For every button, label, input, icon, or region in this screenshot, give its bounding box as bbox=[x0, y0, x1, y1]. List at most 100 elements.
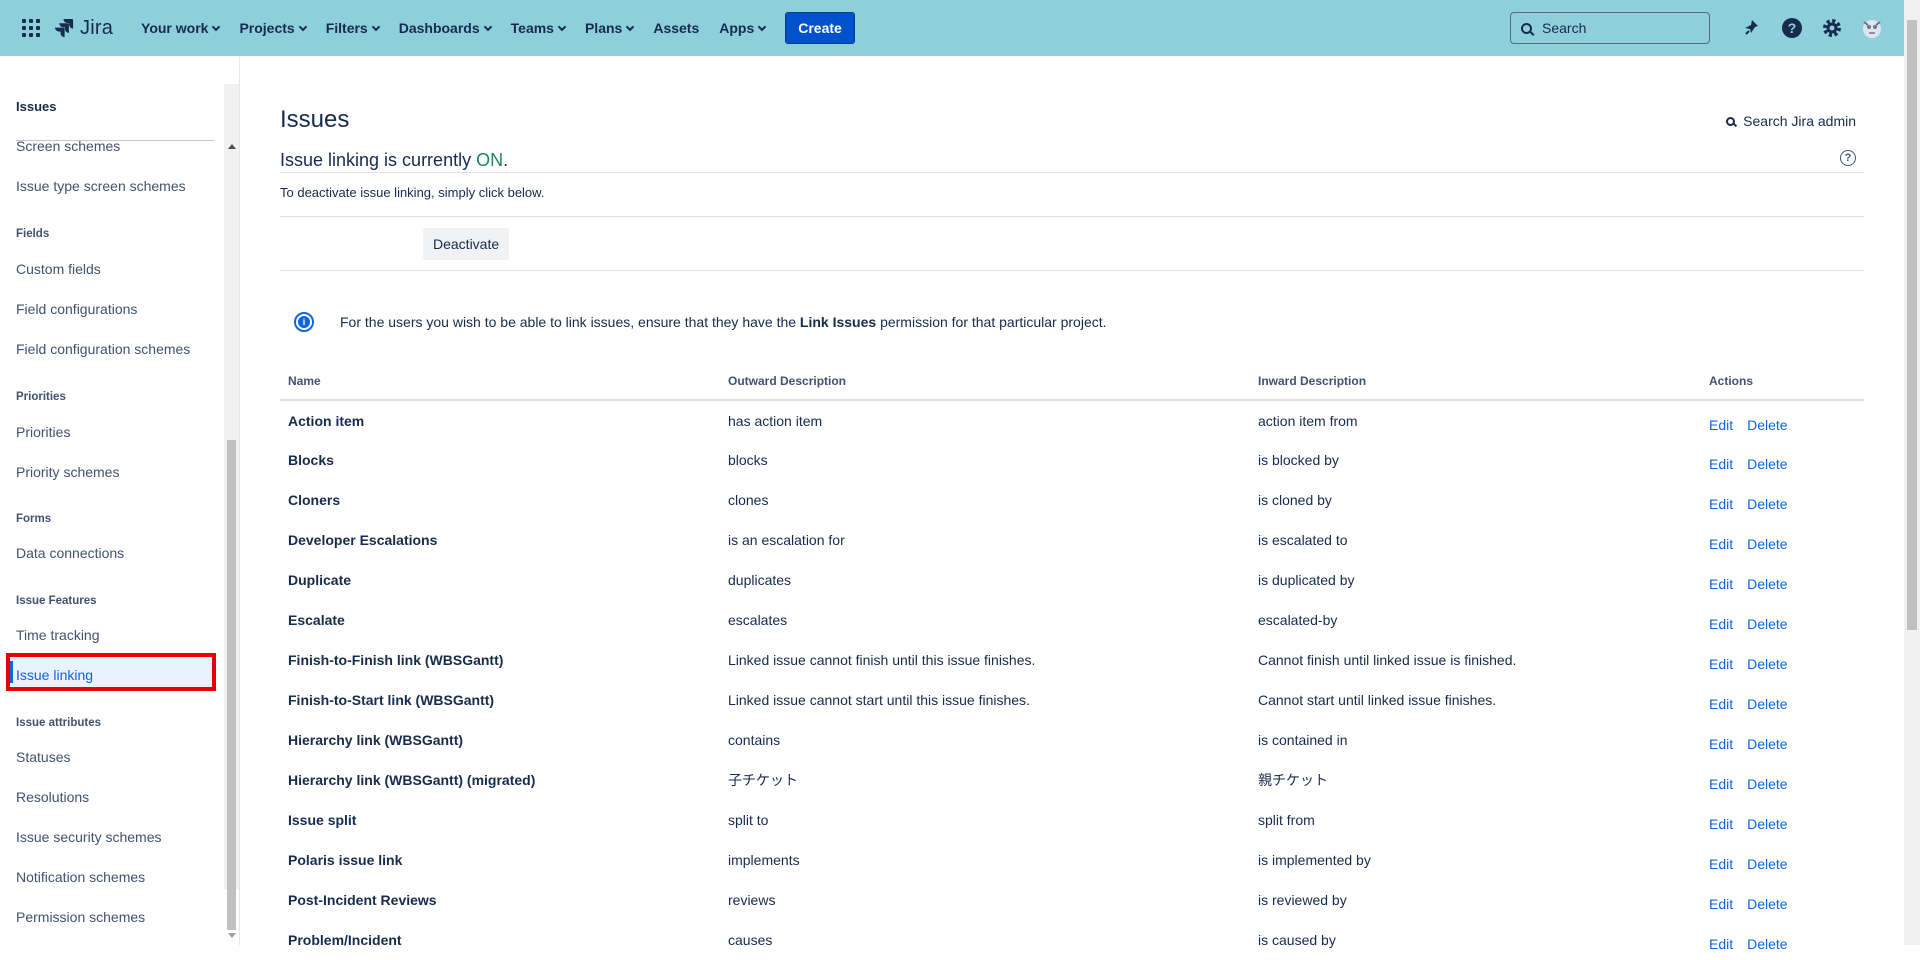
sidebar-item-priorities[interactable]: Priorities bbox=[16, 424, 70, 440]
notification-icon[interactable] bbox=[1740, 16, 1764, 40]
settings-icon[interactable] bbox=[1820, 16, 1844, 40]
delete-link[interactable]: Delete bbox=[1747, 856, 1787, 872]
sidebar-group-issue-features: Issue Features bbox=[16, 595, 97, 607]
column-header-inward: Inward Description bbox=[1250, 374, 1701, 401]
app-switcher-icon[interactable] bbox=[20, 17, 42, 39]
edit-link[interactable]: Edit bbox=[1709, 696, 1733, 712]
delete-link[interactable]: Delete bbox=[1747, 776, 1787, 792]
table-row: Blocks blocks is blocked by Edit Delete bbox=[280, 440, 1864, 480]
delete-link[interactable]: Delete bbox=[1747, 616, 1787, 632]
edit-link[interactable]: Edit bbox=[1709, 616, 1733, 632]
sidebar-item-custom-fields[interactable]: Custom fields bbox=[16, 261, 101, 277]
delete-link[interactable]: Delete bbox=[1747, 736, 1787, 752]
column-header-name: Name bbox=[280, 374, 720, 401]
delete-link[interactable]: Delete bbox=[1747, 816, 1787, 832]
help-circle-icon[interactable]: ? bbox=[1840, 150, 1856, 166]
nav-label: Dashboards bbox=[398, 20, 480, 36]
create-button[interactable]: Create bbox=[785, 12, 855, 44]
edit-link[interactable]: Edit bbox=[1709, 816, 1733, 832]
info-suffix: permission for that particular project. bbox=[876, 314, 1107, 330]
delete-link[interactable]: Delete bbox=[1747, 576, 1787, 592]
row-actions: Edit Delete bbox=[1701, 480, 1864, 520]
edit-link[interactable]: Edit bbox=[1709, 776, 1733, 792]
edit-link[interactable]: Edit bbox=[1709, 896, 1733, 912]
search-placeholder: Search bbox=[1542, 20, 1587, 36]
delete-link[interactable]: Delete bbox=[1747, 656, 1787, 672]
search-jira-admin-link[interactable]: Search Jira admin bbox=[1726, 113, 1856, 129]
nav-apps[interactable]: Apps bbox=[709, 12, 775, 44]
delete-link[interactable]: Delete bbox=[1747, 936, 1787, 952]
sidebar-item-data-connections[interactable]: Data connections bbox=[16, 545, 124, 561]
sidebar-item-statuses[interactable]: Statuses bbox=[16, 749, 70, 765]
page-title: Issues bbox=[280, 106, 350, 133]
delete-link[interactable]: Delete bbox=[1747, 536, 1787, 552]
column-header-actions: Actions bbox=[1701, 374, 1864, 401]
sidebar-item-notification-schemes[interactable]: Notification schemes bbox=[16, 869, 145, 885]
inward-description: Cannot start until linked issue finishes… bbox=[1258, 692, 1497, 708]
row-actions: Edit Delete bbox=[1701, 880, 1864, 920]
delete-link[interactable]: Delete bbox=[1747, 417, 1787, 433]
jira-logo-icon bbox=[55, 19, 74, 38]
sidebar-item-issue-type-screen-schemes[interactable]: Issue type screen schemes bbox=[16, 178, 186, 194]
inward-description: is blocked by bbox=[1258, 452, 1339, 468]
sidebar-item-field-configuration-schemes[interactable]: Field configuration schemes bbox=[16, 341, 190, 357]
sidebar-item-issue-security-schemes[interactable]: Issue security schemes bbox=[16, 829, 162, 845]
edit-link[interactable]: Edit bbox=[1709, 856, 1733, 872]
edit-link[interactable]: Edit bbox=[1709, 736, 1733, 752]
sidebar-item-field-configurations[interactable]: Field configurations bbox=[16, 301, 137, 317]
sidebar-item-resolutions[interactable]: Resolutions bbox=[16, 789, 89, 805]
sidebar-item-permission-schemes[interactable]: Permission schemes bbox=[16, 909, 145, 925]
chevron-down-icon bbox=[626, 22, 635, 31]
nav-dashboards[interactable]: Dashboards bbox=[389, 12, 501, 44]
link-types-table: Name Outward Description Inward Descript… bbox=[280, 374, 1864, 960]
sidebar-scrollbar-thumb[interactable] bbox=[227, 440, 236, 930]
table-row: Post-Incident Reviews reviews is reviewed … bbox=[280, 880, 1864, 920]
delete-link[interactable]: Delete bbox=[1747, 696, 1787, 712]
edit-link[interactable]: Edit bbox=[1709, 656, 1733, 672]
delete-link[interactable]: Delete bbox=[1747, 496, 1787, 512]
sidebar-item-issue-linking[interactable]: Issue linking bbox=[16, 667, 93, 683]
inward-description: split from bbox=[1258, 812, 1315, 828]
edit-link[interactable]: Edit bbox=[1709, 496, 1733, 512]
table-row: Developer Escalations is an escalation fo… bbox=[280, 520, 1864, 560]
link-type-name: Escalate bbox=[288, 612, 345, 628]
deactivate-button[interactable]: Deactivate bbox=[423, 228, 510, 260]
jira-logo[interactable]: Jira bbox=[54, 17, 113, 40]
row-actions: Edit Delete bbox=[1701, 680, 1864, 720]
scroll-up-arrow-icon[interactable] bbox=[228, 144, 236, 149]
nav-label: Filters bbox=[325, 20, 368, 36]
delete-link[interactable]: Delete bbox=[1747, 896, 1787, 912]
nav-label: Apps bbox=[719, 20, 755, 36]
avatar[interactable] bbox=[1860, 16, 1884, 40]
edit-link[interactable]: Edit bbox=[1709, 456, 1733, 472]
row-actions: Edit Delete bbox=[1701, 760, 1864, 800]
sidebar-item-priority-schemes[interactable]: Priority schemes bbox=[16, 464, 119, 480]
nav-projects[interactable]: Projects bbox=[229, 12, 315, 44]
outward-description: blocks bbox=[728, 452, 768, 468]
edit-link[interactable]: Edit bbox=[1709, 536, 1733, 552]
sidebar-item-screen-schemes[interactable]: Screen schemes bbox=[16, 138, 120, 154]
outward-description: causes bbox=[728, 932, 773, 948]
row-actions: Edit Delete bbox=[1701, 440, 1864, 480]
nav-plans[interactable]: Plans bbox=[575, 12, 643, 44]
nav-your-work[interactable]: Your work bbox=[131, 12, 229, 44]
table-row: Hierarchy link (WBSGantt) (migrated) 子チケッ… bbox=[280, 760, 1864, 800]
link-type-name: Issue split bbox=[288, 812, 357, 828]
link-type-name: Action item bbox=[288, 412, 365, 429]
sidebar-item-time-tracking[interactable]: Time tracking bbox=[16, 627, 100, 643]
nav-teams[interactable]: Teams bbox=[501, 12, 575, 44]
svg-text:?: ? bbox=[1788, 20, 1797, 36]
edit-link[interactable]: Edit bbox=[1709, 576, 1733, 592]
edit-link[interactable]: Edit bbox=[1709, 417, 1733, 433]
scroll-down-arrow-icon[interactable] bbox=[228, 933, 236, 938]
nav-filters[interactable]: Filters bbox=[316, 12, 389, 44]
outward-description: reviews bbox=[728, 892, 776, 908]
edit-link[interactable]: Edit bbox=[1709, 936, 1733, 952]
delete-link[interactable]: Delete bbox=[1747, 456, 1787, 472]
inward-description: is cloned by bbox=[1258, 492, 1332, 508]
link-type-name: Finish-to-Finish link (WBSGantt) bbox=[288, 652, 504, 668]
nav-assets[interactable]: Assets bbox=[643, 12, 709, 44]
page-scrollbar-thumb[interactable] bbox=[1907, 20, 1917, 630]
search-input[interactable]: Search bbox=[1510, 12, 1710, 44]
help-icon[interactable]: ? bbox=[1780, 16, 1804, 40]
